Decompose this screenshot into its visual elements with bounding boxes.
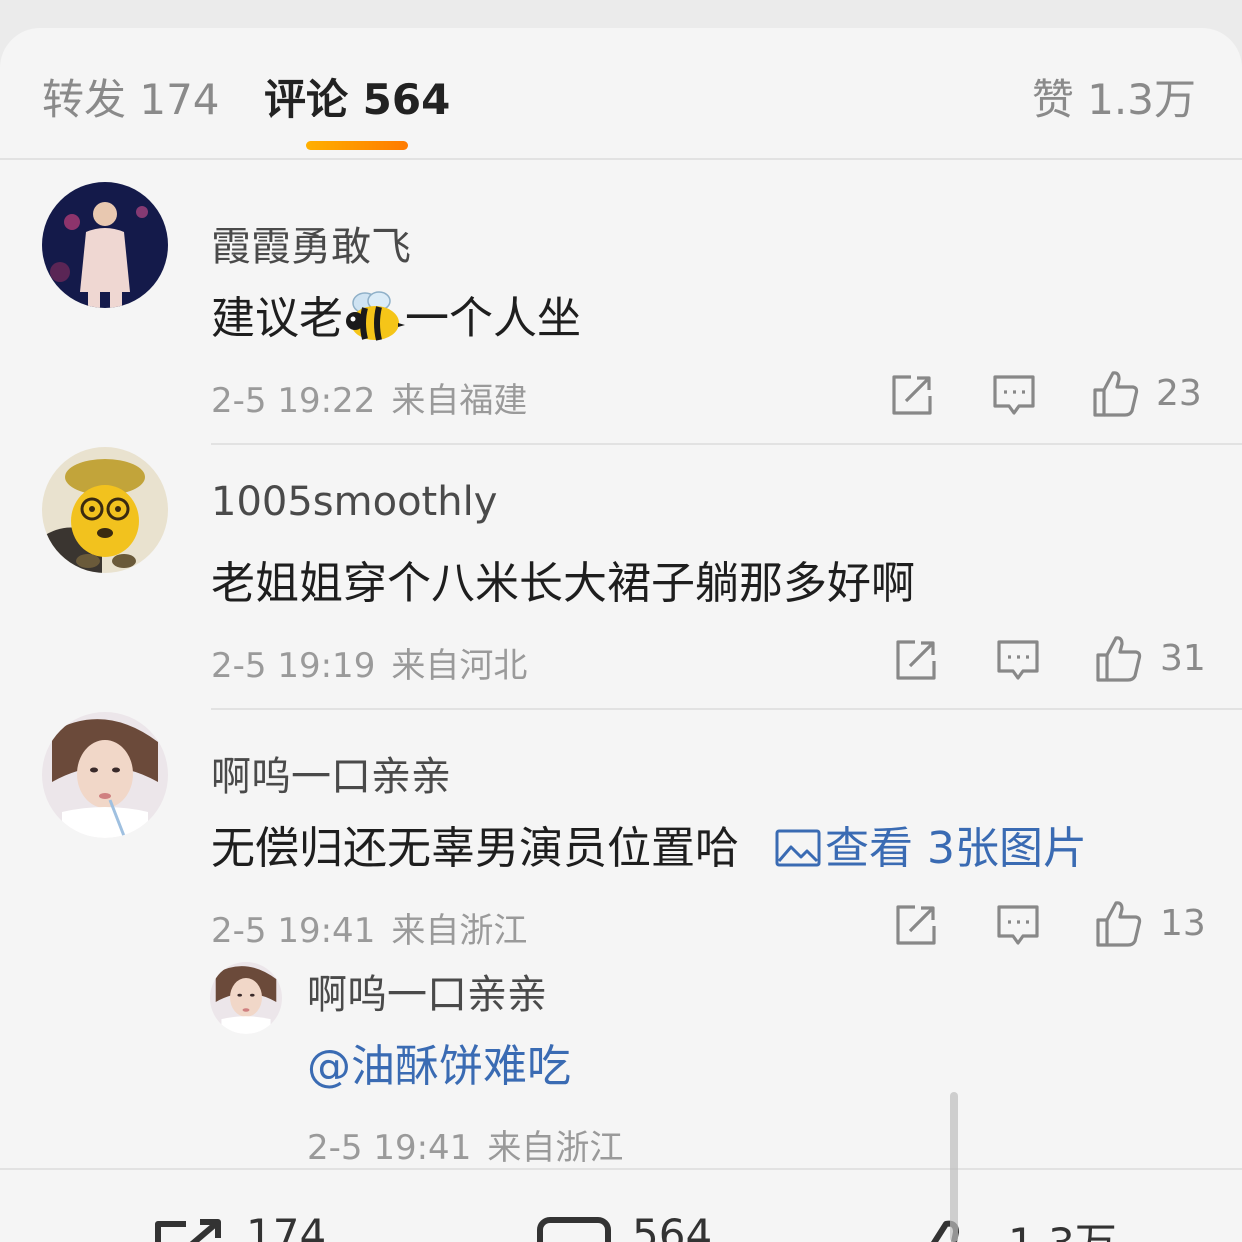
bottom-action-bar: 174 564 1.3万 <box>0 1168 1242 1242</box>
share-icon[interactable] <box>889 372 935 418</box>
reply-location: 来自浙江 <box>487 1128 624 1168</box>
avatar[interactable] <box>42 182 168 308</box>
reply-date: 2-5 19:41 <box>307 1128 472 1168</box>
divider <box>211 443 1242 445</box>
tab-bar: 转发 174 评论 564 赞 1.3万 <box>0 28 1242 160</box>
thumbs-up-icon[interactable] <box>1095 898 1143 948</box>
comment-text-part: 建议老 <box>211 293 343 344</box>
like-count: 23 <box>1156 373 1202 414</box>
scrollbar[interactable] <box>950 1092 958 1242</box>
avatar[interactable] <box>42 447 168 573</box>
bottom-comment-count[interactable]: 564 <box>632 1210 712 1242</box>
comment-date: 2-5 19:41 <box>211 911 376 951</box>
share-icon[interactable] <box>893 902 939 948</box>
share-icon[interactable] <box>152 1216 228 1242</box>
comment-text: 无偿归还无辜男演员位置哈 <box>211 823 739 874</box>
bee-emoji <box>343 289 405 345</box>
tab-like[interactable]: 赞 1.3万 <box>1032 66 1196 127</box>
image-icon <box>775 829 821 867</box>
comment-username[interactable]: 1005smoothly <box>211 479 497 525</box>
comment-meta: 2-5 19:19 来自河北 <box>211 638 527 687</box>
comment-text-part: 一个人坐 <box>405 293 581 344</box>
comment-location: 来自河北 <box>391 646 528 686</box>
reply-meta: 2-5 19:41 来自浙江 <box>307 1120 623 1169</box>
comment-text: 老姐姐穿个八米长大裙子躺那多好啊 <box>211 558 915 609</box>
reply-username[interactable]: 啊呜一口亲亲 <box>307 962 547 1020</box>
comment-text: 建议老 一个人坐 <box>211 282 581 346</box>
view-images-label: 查看 3张图片 <box>825 823 1087 874</box>
avatar[interactable] <box>210 962 282 1034</box>
view-images-link[interactable]: 查看 3张图片 <box>775 812 1087 876</box>
comment-date: 2-5 19:22 <box>211 381 376 421</box>
comment-meta: 2-5 19:41 来自浙江 <box>211 903 527 952</box>
comment-location: 来自浙江 <box>391 911 528 951</box>
bottom-repost-count[interactable]: 174 <box>246 1210 326 1242</box>
like-count: 13 <box>1160 903 1206 944</box>
comment-username[interactable]: 啊呜一口亲亲 <box>211 744 451 802</box>
divider <box>211 708 1242 710</box>
tab-repost[interactable]: 转发 174 <box>42 66 220 127</box>
comment-location: 来自福建 <box>391 381 528 421</box>
comment-meta: 2-5 19:22 来自福建 <box>211 373 527 422</box>
reply-icon[interactable] <box>995 902 1041 948</box>
avatar[interactable] <box>42 712 168 838</box>
comment-panel: 转发 174 评论 564 赞 1.3万 霞霞勇敢飞 建议老 一个人坐 2-5 … <box>0 28 1242 1242</box>
bottom-like-count[interactable]: 1.3万 <box>1008 1210 1117 1242</box>
thumbs-up-icon[interactable] <box>1095 633 1143 683</box>
active-tab-indicator <box>306 141 408 150</box>
thumbs-up-icon[interactable] <box>1092 368 1140 418</box>
comment-icon[interactable] <box>536 1216 612 1242</box>
reply-icon[interactable] <box>991 372 1037 418</box>
share-icon[interactable] <box>893 637 939 683</box>
comment-date: 2-5 19:19 <box>211 646 376 686</box>
comment-username[interactable]: 霞霞勇敢飞 <box>211 214 411 272</box>
reply-mention[interactable]: @油酥饼难吃 <box>307 1030 571 1094</box>
like-count: 31 <box>1160 638 1206 679</box>
reply-icon[interactable] <box>995 637 1041 683</box>
tab-comment[interactable]: 评论 564 <box>264 66 450 127</box>
